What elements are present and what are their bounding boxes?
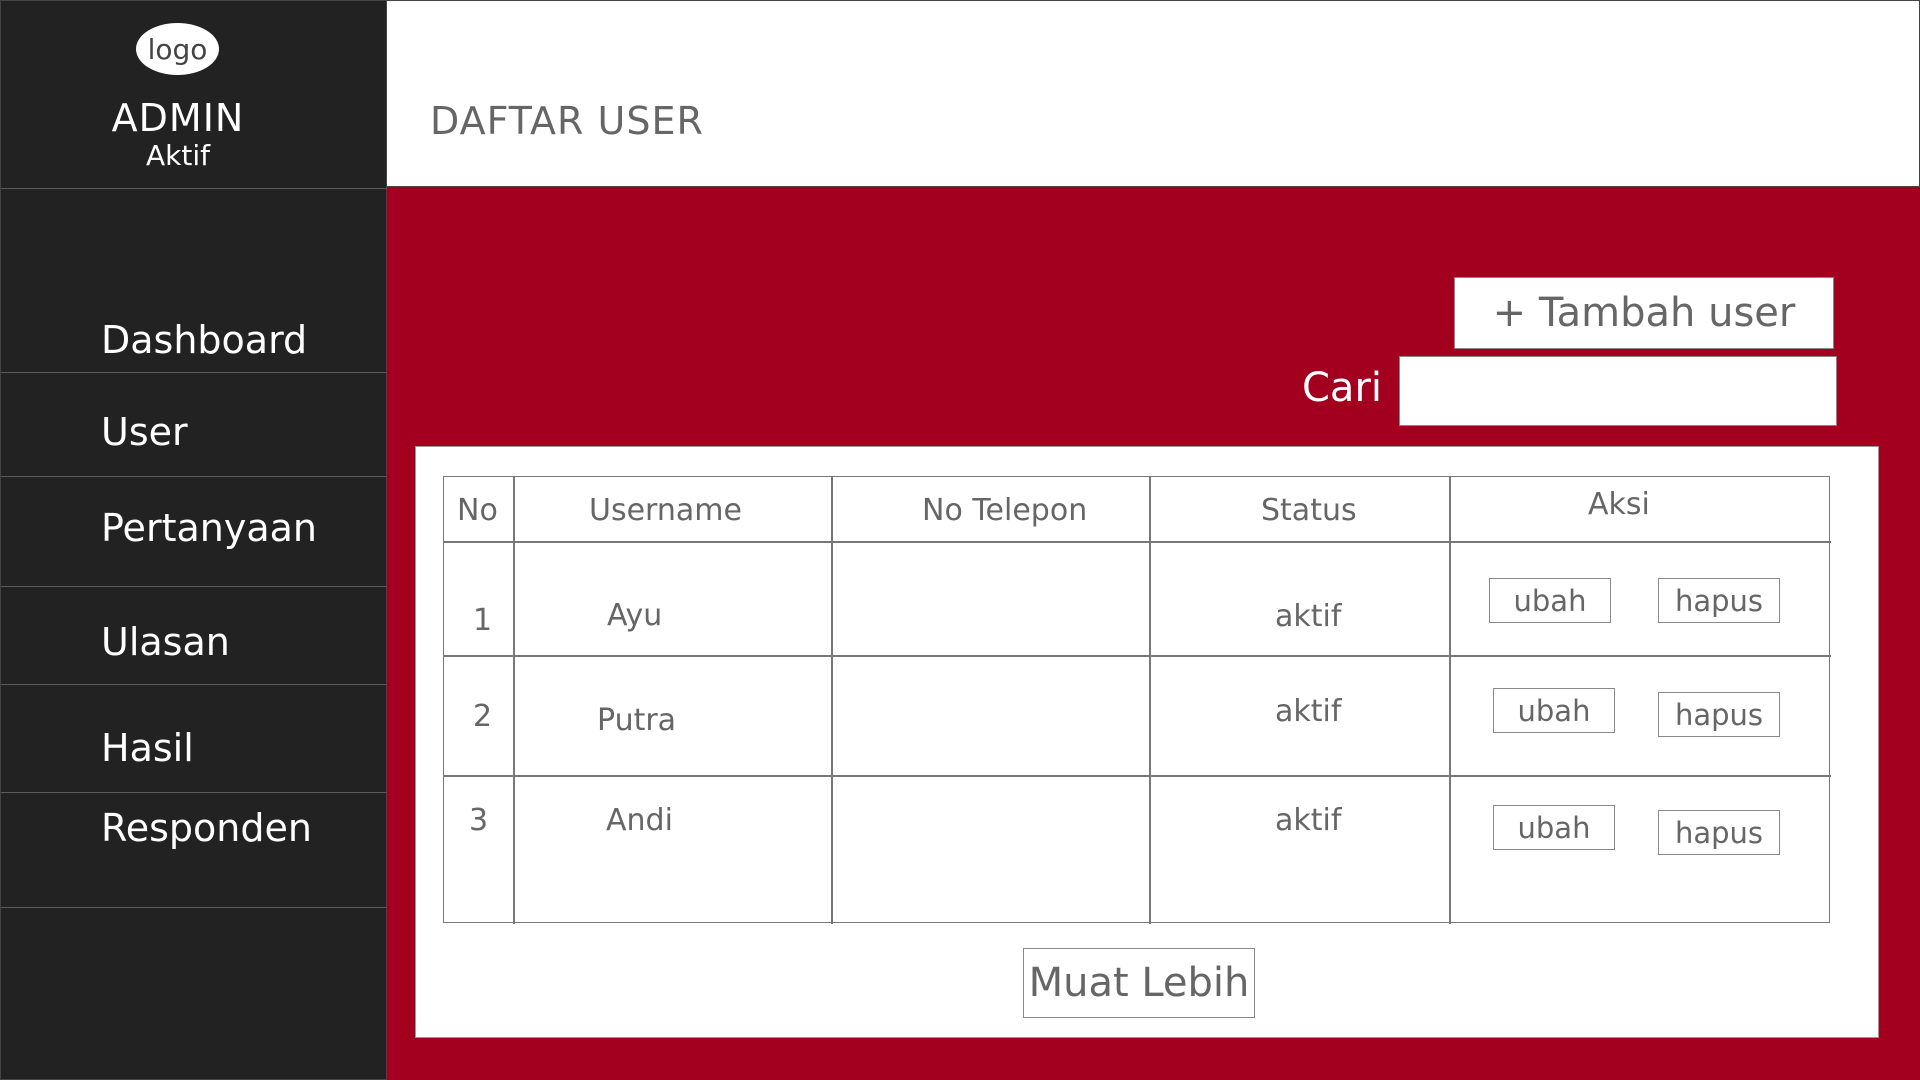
divider	[1149, 477, 1151, 924]
cell-status: aktif	[1275, 694, 1342, 729]
divider	[1, 586, 388, 587]
admin-status: Aktif	[146, 139, 210, 172]
user-table: No Username No Telepon Status Aksi 1 Ayu…	[443, 476, 1831, 924]
sidebar-item-responden[interactable]: Responden	[101, 806, 312, 850]
column-header-aksi: Aksi	[1588, 487, 1650, 522]
sidebar: logo ADMIN Aktif Dashboard User Pertanya…	[0, 0, 388, 1080]
sidebar-item-dashboard[interactable]: Dashboard	[101, 318, 307, 362]
search-input[interactable]	[1399, 356, 1837, 426]
delete-button[interactable]: hapus	[1658, 692, 1780, 737]
divider	[1449, 477, 1451, 924]
cell-username: Putra	[597, 703, 677, 738]
edit-button[interactable]: ubah	[1493, 688, 1615, 733]
load-more-button[interactable]: Muat Lebih	[1023, 948, 1255, 1018]
add-user-button[interactable]: + Tambah user	[1454, 277, 1834, 349]
page-title: DAFTAR USER	[430, 99, 704, 143]
cell-no: 2	[473, 699, 493, 734]
divider	[1, 476, 388, 477]
divider	[1, 792, 388, 793]
sidebar-item-hasil[interactable]: Hasil	[101, 726, 194, 770]
divider	[1, 684, 388, 685]
divider	[1, 188, 388, 189]
cell-no: 1	[473, 603, 493, 638]
divider	[444, 655, 1831, 657]
edit-button[interactable]: ubah	[1493, 805, 1615, 850]
logo: logo	[136, 23, 219, 75]
sidebar-item-ulasan[interactable]: Ulasan	[101, 620, 230, 664]
edit-button[interactable]: ubah	[1489, 578, 1611, 623]
divider	[513, 477, 515, 924]
main-content: + Tambah user Cari No Username No Telepo…	[387, 187, 1920, 1080]
user-table-panel: No Username No Telepon Status Aksi 1 Ayu…	[415, 446, 1879, 1038]
admin-name: ADMIN	[111, 96, 245, 140]
divider	[444, 541, 1831, 543]
page-header: DAFTAR USER	[387, 0, 1920, 187]
column-header-status: Status	[1261, 493, 1357, 528]
divider	[831, 477, 833, 924]
divider	[1, 372, 388, 373]
column-header-phone: No Telepon	[922, 493, 1088, 528]
column-header-no: No	[457, 493, 498, 528]
delete-button[interactable]: hapus	[1658, 578, 1780, 623]
sidebar-item-user[interactable]: User	[101, 410, 188, 454]
cell-username: Ayu	[607, 598, 663, 633]
column-header-username: Username	[589, 493, 742, 528]
sidebar-item-pertanyaan[interactable]: Pertanyaan	[101, 506, 317, 550]
divider	[1, 907, 388, 908]
cell-status: aktif	[1275, 599, 1342, 634]
cell-no: 3	[469, 803, 489, 838]
delete-button[interactable]: hapus	[1658, 810, 1780, 855]
cell-status: aktif	[1275, 803, 1342, 838]
search-label: Cari	[1302, 365, 1382, 411]
cell-username: Andi	[606, 803, 673, 838]
divider	[444, 775, 1831, 777]
